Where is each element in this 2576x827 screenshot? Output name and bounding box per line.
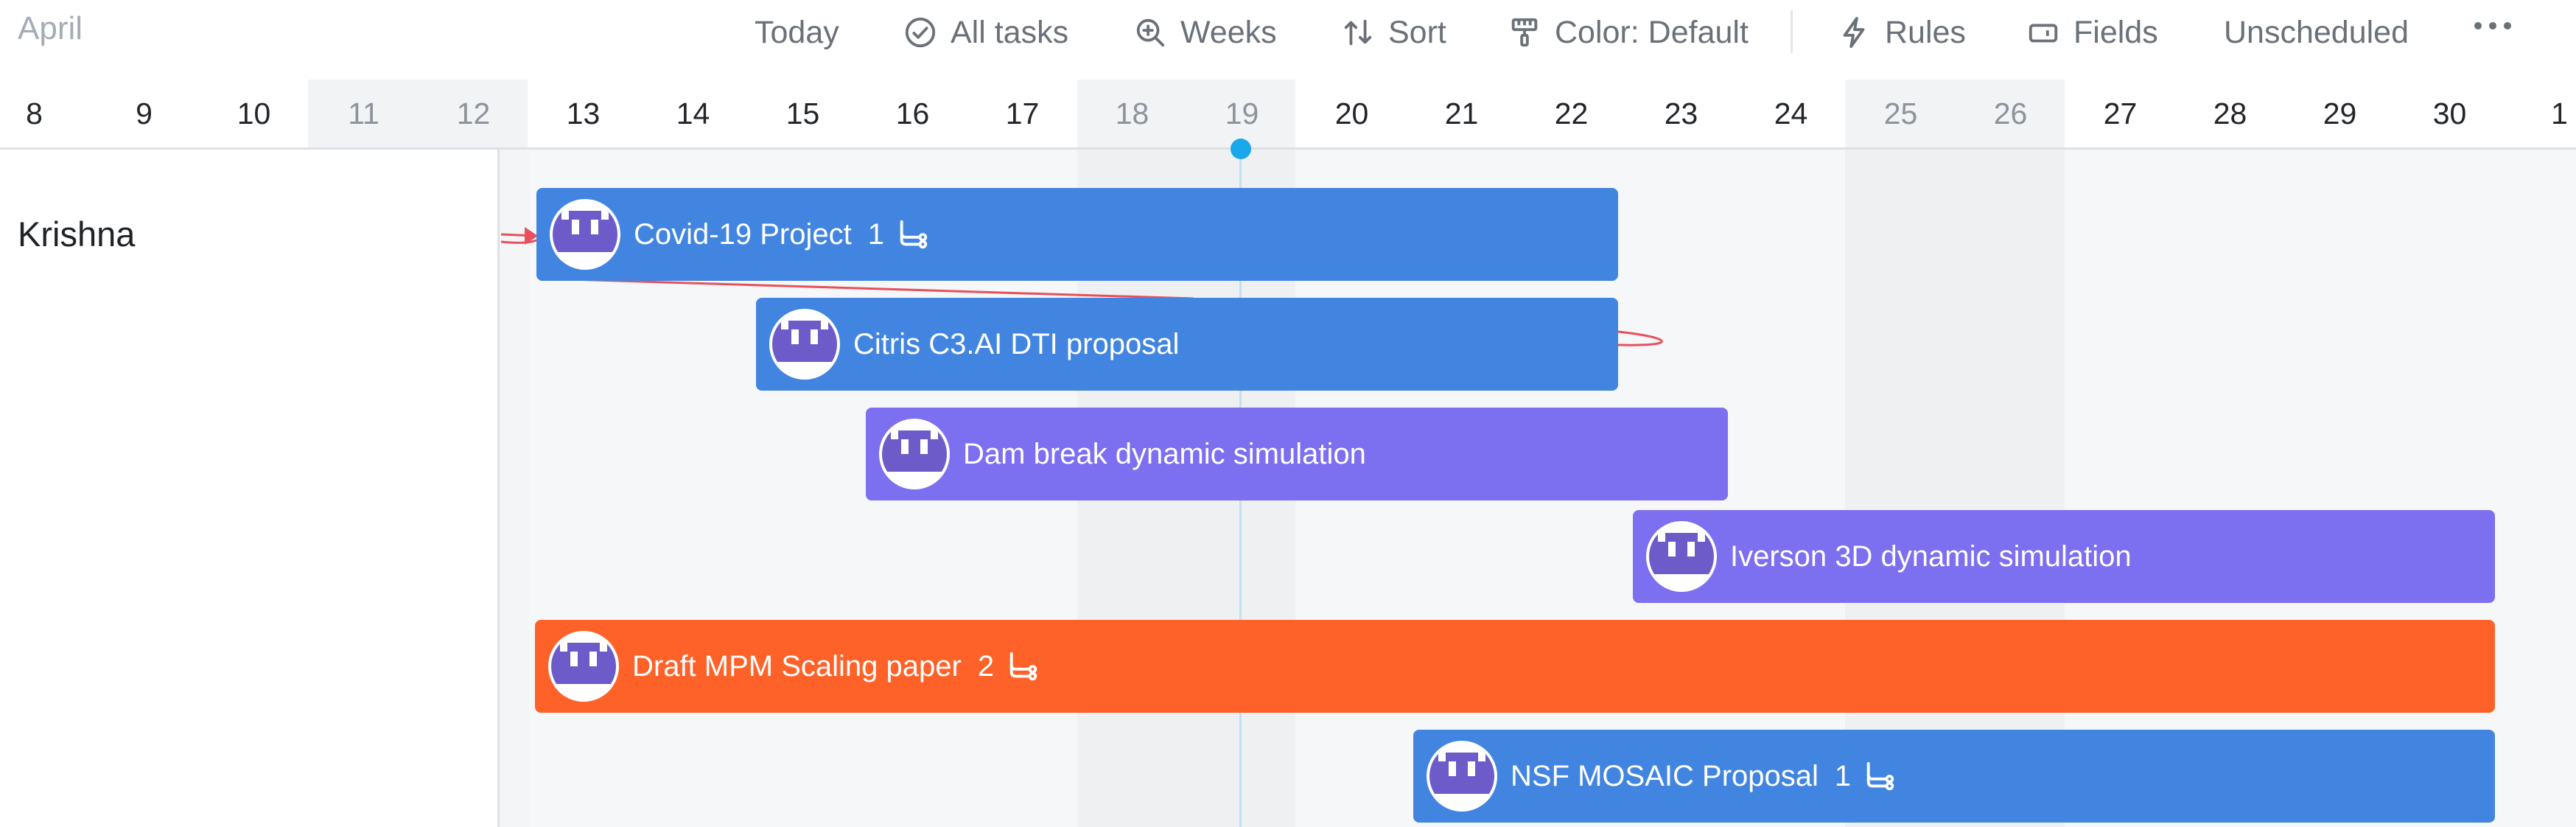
task-bar[interactable]: Dam break dynamic simulation [866,408,1728,500]
owner-column-divider [497,150,500,827]
rules-label: Rules [1885,14,1966,50]
color-label: Color: Default [1555,14,1749,50]
day-label: 18 [1115,97,1149,130]
paint-roller-icon [1511,18,1538,47]
more-dot-icon [2474,22,2482,29]
sort-button[interactable]: Sort [1341,10,1446,55]
day-label: 19 [1225,97,1259,130]
avatar[interactable] [550,199,620,270]
day-label: 20 [1334,97,1369,130]
day-label: 24 [1774,97,1808,130]
day-label: 30 [2432,97,2467,130]
task-title: NSF MOSAIC Proposal [1511,759,1819,792]
dependency-count: 1 [867,217,884,251]
day-label: 11 [348,97,379,130]
past-day-band [500,150,529,827]
day-label: 21 [1444,97,1479,130]
task-title: Citris C3.AI DTI proposal [853,327,1180,360]
today-marker[interactable] [1231,139,1251,159]
task-bar[interactable]: Draft MPM Scaling paper 2 [535,620,2495,713]
day-label: 17 [1005,97,1040,130]
month-label: April [18,10,83,46]
day-header-labels: 8 9 10 11 12 13 14 15 16 17 18 19 20 21 22 23 24 25 26 27 28… [0,80,2576,148]
rules-button[interactable]: Rules [1838,10,1966,55]
weeks-button[interactable]: Weeks [1133,10,1277,55]
day-label: 27 [2103,97,2138,130]
day-label: 15 [785,97,820,130]
today-button[interactable]: Today [755,10,839,55]
day-label: 22 [1554,97,1589,130]
avatar[interactable] [1427,741,1497,812]
day-label: 1 [2551,97,2568,130]
fields-icon [2029,24,2058,43]
day-label: 12 [456,97,491,130]
task-bar[interactable]: Citris C3.AI DTI proposal [756,298,1618,391]
toolbar: April Today All tasks Weeks Sort Color: … [0,0,2576,66]
weeks-label: Weeks [1180,14,1277,50]
weekend-band [1845,150,2065,827]
color-button[interactable]: Color: Default [1508,10,1749,55]
unscheduled-label: Unscheduled [2224,14,2409,50]
day-label: 25 [1883,97,1918,130]
owner-name: Krishna [18,214,136,254]
dependency-icon [900,220,928,249]
task-bar[interactable]: Covid-19 Project 1 [536,188,1618,281]
fields-label: Fields [2073,14,2158,50]
more-options-button[interactable] [2474,22,2511,29]
dependency-count: 1 [1834,759,1852,792]
sort-label: Sort [1388,14,1446,50]
avatar[interactable] [1646,521,1717,592]
day-label: 10 [237,97,271,130]
day-label: 13 [566,97,601,130]
dependency-count: 2 [977,649,995,683]
more-dot-icon [2504,22,2511,29]
today-label: Today [755,14,839,50]
zoom-in-icon [1136,18,1165,47]
task-bar[interactable]: Iverson 3D dynamic simulation [1633,510,2495,603]
sort-icon [1344,19,1372,46]
avatar[interactable] [879,419,950,489]
dependency-icon [1009,652,1037,681]
day-label: 26 [1993,97,2028,130]
day-label: 16 [895,97,930,130]
task-bar[interactable]: NSF MOSAIC Proposal 1 [1413,730,2495,823]
dependency-icon [1866,761,1894,791]
avatar[interactable] [548,631,619,702]
more-dot-icon [2489,22,2496,29]
all-tasks-label: All tasks [951,14,1069,50]
day-label: 14 [676,97,710,130]
unscheduled-button[interactable]: Unscheduled [2224,10,2409,55]
avatar[interactable] [769,309,840,380]
day-label: 8 [26,97,43,130]
toolbar-divider [1791,10,1793,53]
day-label: 28 [2213,97,2247,130]
fields-button[interactable]: Fields [2026,10,2158,55]
task-title: Dam break dynamic simulation [963,437,1366,470]
check-circle-icon [905,17,936,48]
all-tasks-button[interactable]: All tasks [903,10,1068,55]
task-title: Iverson 3D dynamic simulation [1730,540,2132,573]
task-title: Draft MPM Scaling paper [632,649,962,683]
day-label: 23 [1664,97,1698,130]
task-title: Covid-19 Project [634,217,852,251]
day-label: 9 [136,97,153,130]
lightning-icon [1843,16,1865,49]
day-label: 29 [2323,97,2357,130]
